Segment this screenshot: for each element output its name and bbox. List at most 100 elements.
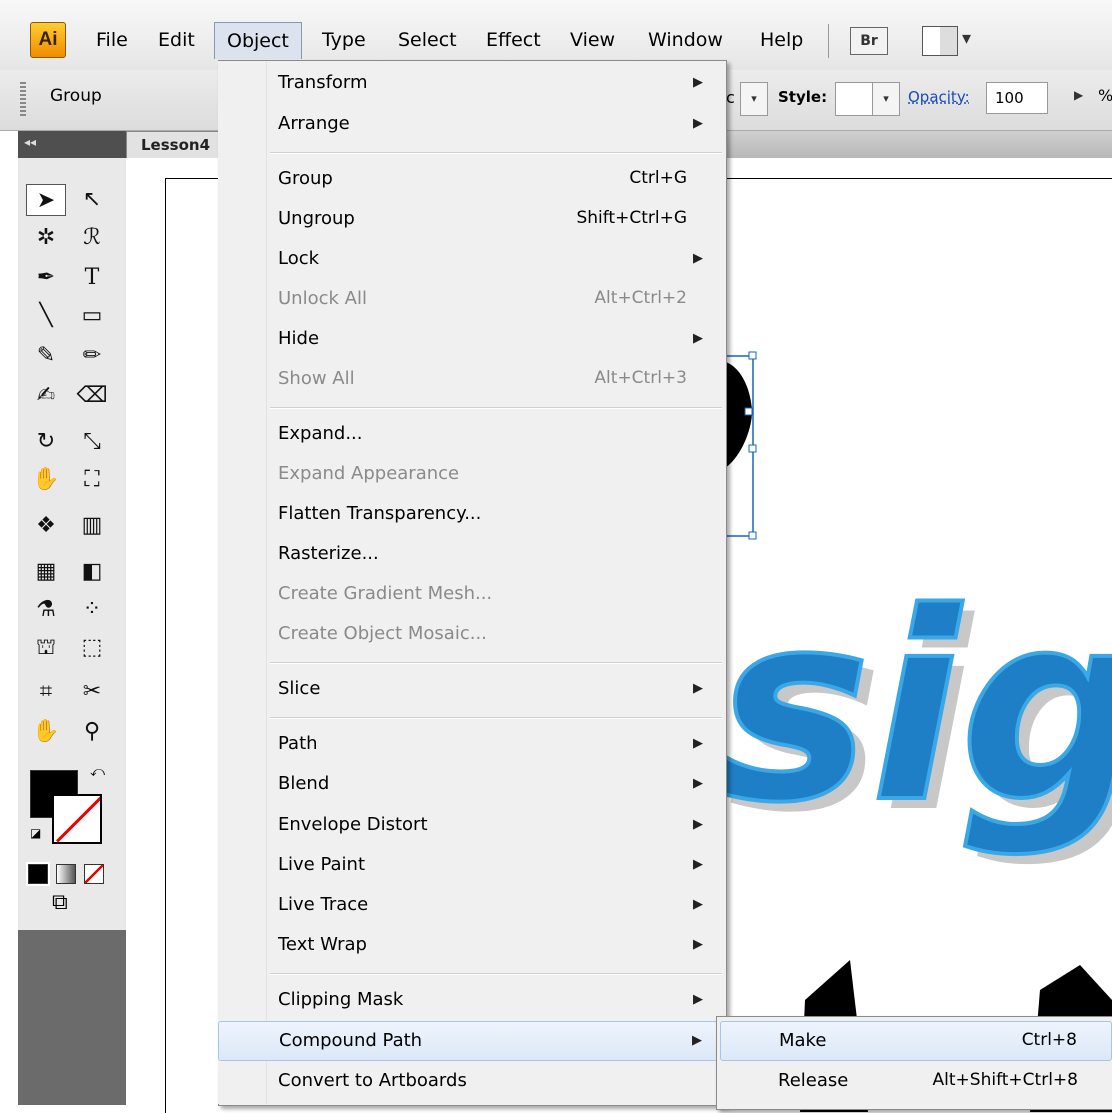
menu-item-clipping-mask[interactable]: Clipping Mask ▶ [218, 981, 725, 1021]
live-paint-selection-tool-icon[interactable]: ⬚ [72, 632, 112, 664]
rectangle-tool-icon[interactable]: ▭ [72, 300, 112, 332]
menu-item-expand[interactable]: Expand... [218, 415, 725, 455]
menu-item-transform[interactable]: Transform ▶ [218, 64, 725, 104]
color-mode-icon[interactable] [26, 862, 50, 886]
menu-effect[interactable]: Effect [474, 22, 553, 58]
workspace-switcher-icon[interactable] [922, 26, 958, 56]
menu-item-flatten-transparency[interactable]: Flatten Transparency... [218, 495, 725, 535]
menu-item-show-all: Show All Alt+Ctrl+3 [218, 360, 725, 400]
zoom-tool-icon[interactable]: ⚲ [72, 716, 112, 748]
menu-separator [270, 407, 722, 409]
menu-item-rasterize[interactable]: Rasterize... [218, 535, 725, 575]
opacity-slider-arrow-icon[interactable]: ▶ [1074, 88, 1083, 102]
menu-item-label: Expand... [278, 423, 363, 444]
submenu-item-make[interactable]: Make Ctrl+8 [720, 1021, 1112, 1061]
menu-item-label: Envelope Distort [278, 814, 428, 835]
lasso-tool-icon[interactable]: ℛ [72, 222, 112, 254]
direct-selection-tool-icon[interactable]: ↖ [72, 184, 112, 216]
gradient-mode-icon[interactable] [56, 864, 76, 884]
submenu-arrow-icon: ▶ [693, 75, 703, 90]
menu-item-label: Ungroup [278, 208, 355, 229]
line-tool-icon[interactable]: ╲ [26, 300, 66, 332]
slice-tool-icon[interactable]: ✂ [72, 676, 112, 708]
bridge-icon[interactable]: Br [850, 27, 888, 55]
selection-handle[interactable] [744, 407, 753, 416]
none-slash-icon [56, 796, 100, 842]
menu-item-compound-path[interactable]: Compound Path ▶ [218, 1021, 725, 1061]
style-label: Style: [778, 88, 828, 106]
menu-item-shortcut: Shift+Ctrl+G [576, 208, 687, 228]
opacity-unit: % [1098, 86, 1112, 105]
menu-window[interactable]: Window [636, 22, 735, 58]
menu-item-convert-to-artboards[interactable]: Convert to Artboards [218, 1062, 725, 1102]
type-tool-icon[interactable]: T [72, 262, 112, 294]
opacity-link[interactable]: Opacity: [908, 88, 970, 106]
screen-mode-icon[interactable]: ⧉ [52, 890, 68, 915]
selection-handle[interactable] [748, 444, 757, 453]
menu-type[interactable]: Type [310, 22, 378, 58]
graph-tool-icon[interactable]: ▥ [72, 510, 112, 542]
menu-separator [270, 717, 722, 719]
menu-edit[interactable]: Edit [146, 22, 207, 58]
selection-tool-icon[interactable]: ➤ [26, 184, 66, 216]
menu-item-path[interactable]: Path ▶ [218, 725, 725, 765]
menu-item-create-gradient-mesh: Create Gradient Mesh... [218, 575, 725, 615]
menu-item-ungroup[interactable]: Ungroup Shift+Ctrl+G [218, 200, 725, 240]
menu-item-arrange[interactable]: Arrange ▶ [218, 105, 725, 145]
menu-item-label: Rasterize... [278, 543, 379, 564]
scale-tool-icon[interactable]: ⤡ [72, 426, 112, 458]
artwork-text[interactable]: sig [714, 556, 1112, 862]
gradient-tool-icon[interactable]: ◧ [72, 556, 112, 588]
blob-brush-tool-icon[interactable]: ✍ [26, 380, 66, 412]
submenu-item-release[interactable]: Release Alt+Shift+Ctrl+8 [720, 1062, 1112, 1102]
menu-object[interactable]: Object [214, 22, 302, 59]
hand-tool-icon[interactable]: ✋ [26, 716, 66, 748]
warp-tool-icon[interactable]: ✋ [26, 464, 66, 496]
pen-tool-icon[interactable]: ✒ [26, 262, 66, 294]
dropdown-arrow-icon[interactable]: ▾ [740, 82, 768, 116]
menu-item-label: Flatten Transparency... [278, 503, 482, 524]
paintbrush-tool-icon[interactable]: ✎ [26, 340, 66, 372]
blend-tool-icon[interactable]: ⁘ [72, 594, 112, 626]
menu-item-envelope-distort[interactable]: Envelope Distort ▶ [218, 806, 725, 846]
menu-item-label: Blend [278, 773, 330, 794]
selection-handle[interactable] [748, 531, 757, 540]
live-paint-bucket-tool-icon[interactable]: ⛫ [26, 632, 66, 664]
swap-colors-icon[interactable]: ⤺ [90, 764, 105, 780]
opacity-input[interactable]: 100 [986, 82, 1048, 114]
menu-item-live-paint[interactable]: Live Paint ▶ [218, 846, 725, 886]
pencil-tool-icon[interactable]: ✏ [72, 340, 112, 372]
menu-item-hide[interactable]: Hide ▶ [218, 320, 725, 360]
style-swatch[interactable] [835, 82, 873, 116]
eraser-tool-icon[interactable]: ⌫ [72, 380, 112, 412]
menu-item-blend[interactable]: Blend ▶ [218, 765, 725, 805]
chevron-down-icon[interactable]: ▾ [962, 28, 971, 49]
menu-item-live-trace[interactable]: Live Trace ▶ [218, 886, 725, 926]
magic-wand-tool-icon[interactable]: ✲ [26, 222, 66, 254]
mesh-tool-icon[interactable]: ▦ [26, 556, 66, 588]
eyedropper-tool-icon[interactable]: ⚗ [26, 594, 66, 626]
menu-item-text-wrap[interactable]: Text Wrap ▶ [218, 926, 725, 966]
menu-item-label: Compound Path [279, 1030, 423, 1051]
default-colors-icon[interactable]: ◪ [30, 826, 41, 840]
menu-item-slice[interactable]: Slice ▶ [218, 670, 725, 710]
menu-view[interactable]: View [558, 22, 627, 58]
menu-item-label: Live Trace [278, 894, 369, 915]
tools-panel-collapse-icon[interactable]: ◂◂ [18, 131, 126, 158]
menu-help[interactable]: Help [748, 22, 815, 58]
menu-separator [270, 662, 722, 664]
menu-file[interactable]: File [84, 22, 140, 58]
free-transform-tool-icon[interactable]: ⛶ [72, 464, 112, 496]
stroke-color-swatch[interactable] [52, 794, 102, 844]
menu-select[interactable]: Select [386, 22, 469, 58]
menu-item-shortcut: Alt+Ctrl+3 [594, 368, 687, 388]
rotate-tool-icon[interactable]: ↻ [26, 426, 66, 458]
none-mode-icon[interactable] [84, 864, 104, 884]
symbol-sprayer-tool-icon[interactable]: ❖ [26, 510, 66, 542]
crop-area-tool-icon[interactable]: ⌗ [26, 676, 66, 708]
menu-item-lock[interactable]: Lock ▶ [218, 240, 725, 280]
style-dropdown-icon[interactable]: ▾ [872, 82, 900, 116]
menu-item-group[interactable]: Group Ctrl+G [218, 160, 725, 200]
selection-handle[interactable] [748, 351, 757, 360]
panel-grip-icon[interactable] [20, 82, 26, 118]
